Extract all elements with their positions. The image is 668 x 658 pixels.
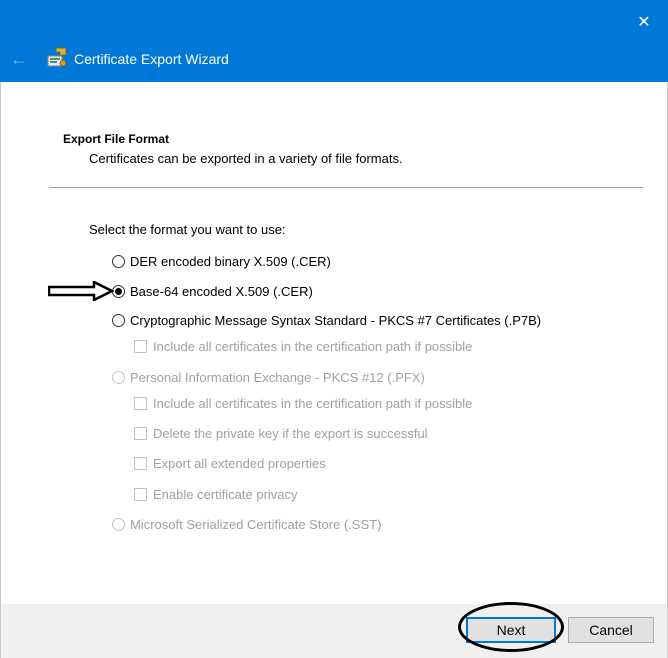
pfx-export-props-label: Export all extended properties: [153, 456, 326, 471]
pkcs7-label: Cryptographic Message Syntax Standard - …: [130, 313, 542, 328]
radio-sst[interactable]: Microsoft Serialized Certificate Store (…: [112, 517, 381, 532]
checkbox-pfx-export-props[interactable]: Export all extended properties: [134, 456, 326, 471]
annotation-arrow-icon: [48, 281, 114, 301]
pkcs7-include-label: Include all certificates in the certific…: [153, 339, 473, 354]
radio-pkcs7[interactable]: Cryptographic Message Syntax Standard - …: [112, 313, 541, 328]
page-title: Export File Format: [63, 132, 170, 146]
pfx-privacy-label: Enable certificate privacy: [153, 487, 298, 502]
sst-label: Microsoft Serialized Certificate Store (…: [130, 517, 382, 532]
pfx-include-checkbox[interactable]: [134, 397, 147, 410]
pkcs7-radio-button[interactable]: [112, 314, 125, 327]
cancel-button[interactable]: Cancel: [568, 617, 654, 643]
sst-radio-button[interactable]: [112, 518, 125, 531]
radio-base64[interactable]: Base-64 encoded X.509 (.CER): [112, 284, 313, 299]
next-button[interactable]: Next: [466, 617, 556, 643]
pkcs7-include-checkbox[interactable]: [134, 340, 147, 353]
checkbox-pfx-delete-key[interactable]: Delete the private key if the export is …: [134, 426, 428, 441]
pfx-privacy-checkbox[interactable]: [134, 488, 147, 501]
checkbox-pfx-privacy[interactable]: Enable certificate privacy: [134, 487, 298, 502]
back-arrow-icon: ←: [10, 48, 28, 69]
radio-pfx[interactable]: Personal Information Exchange - PKCS #12…: [112, 370, 425, 385]
format-prompt: Select the format you want to use:: [89, 222, 286, 237]
header-divider: [49, 187, 643, 188]
title-bar: ✕ ← Certificate Export Wizard: [0, 0, 668, 82]
certificate-wizard-icon: [47, 47, 67, 67]
radio-der[interactable]: DER encoded binary X.509 (.CER): [112, 254, 331, 269]
close-button[interactable]: ✕: [630, 8, 658, 36]
pfx-include-label: Include all certificates in the certific…: [153, 396, 473, 411]
close-icon: ✕: [637, 14, 651, 31]
der-radio-button[interactable]: [112, 255, 125, 268]
window-title: Certificate Export Wizard: [74, 51, 229, 67]
page-subtitle: Certificates can be exported in a variet…: [89, 151, 403, 166]
der-label: DER encoded binary X.509 (.CER): [130, 254, 331, 269]
back-button[interactable]: ←: [8, 48, 30, 70]
pfx-delete-key-label: Delete the private key if the export is …: [153, 426, 428, 441]
checkbox-pfx-include[interactable]: Include all certificates in the certific…: [134, 396, 472, 411]
pfx-radio-button[interactable]: [112, 371, 125, 384]
pfx-delete-key-checkbox[interactable]: [134, 427, 147, 440]
pfx-export-props-checkbox[interactable]: [134, 457, 147, 470]
checkbox-pkcs7-include[interactable]: Include all certificates in the certific…: [134, 339, 472, 354]
base64-label: Base-64 encoded X.509 (.CER): [130, 284, 313, 299]
pfx-label: Personal Information Exchange - PKCS #12…: [130, 370, 425, 385]
